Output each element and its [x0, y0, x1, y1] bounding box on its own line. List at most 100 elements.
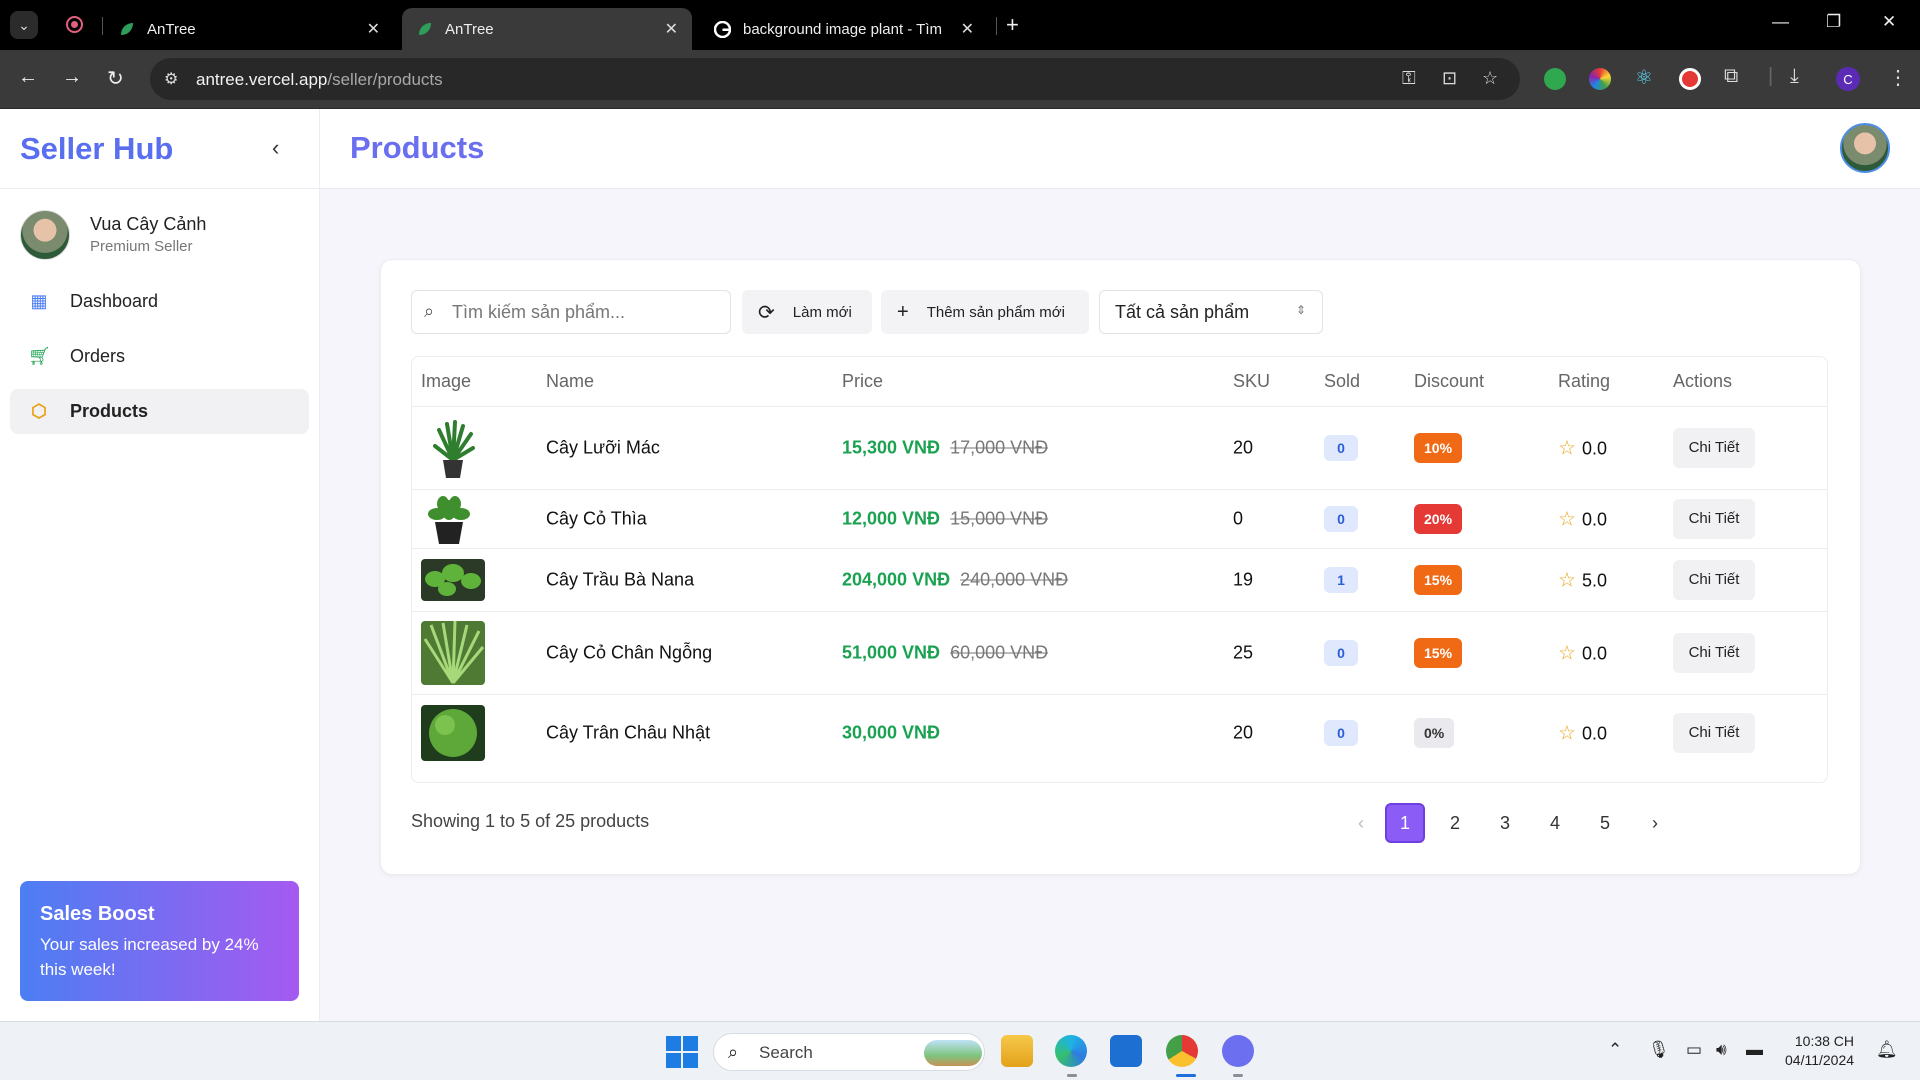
leaf-icon — [118, 21, 135, 38]
microphone-icon[interactable]: 🎙︎ — [1648, 1040, 1670, 1060]
next-page-icon[interactable]: › — [1635, 803, 1675, 843]
new-tab-icon[interactable]: + — [1006, 12, 1019, 38]
translate-icon[interactable]: ⊡ — [1442, 68, 1457, 89]
rating-value: 5.0 — [1581, 570, 1607, 591]
refresh-button[interactable]: ⟳ Làm mới — [742, 290, 872, 334]
search-icon: ⌕ — [424, 301, 435, 321]
add-product-button[interactable]: + Thêm sản phẩm mới — [881, 290, 1089, 334]
edge-icon[interactable] — [1055, 1035, 1087, 1067]
react-devtools-icon[interactable]: ⚛ — [1635, 65, 1653, 90]
tab-search-dropdown[interactable]: ⌄ — [10, 11, 38, 39]
back-icon[interactable]: ← — [18, 66, 38, 89]
extension-m-icon[interactable] — [1544, 68, 1566, 90]
app-running-indicator — [1067, 1074, 1077, 1077]
profile-avatar[interactable]: C — [1836, 67, 1860, 91]
tab-google-search[interactable]: background image plant - Tìm ✕ — [700, 8, 988, 50]
more-menu-icon[interactable]: ⋮ — [1888, 65, 1908, 90]
sidebar-item-products[interactable]: ⬡ Products — [10, 389, 309, 434]
windows-start-icon[interactable] — [666, 1036, 698, 1068]
discord-icon[interactable] — [1222, 1035, 1254, 1067]
minimize-icon[interactable]: — — [1772, 12, 1789, 32]
site-settings-icon[interactable]: ⚙ — [164, 69, 178, 89]
extensions-puzzle-icon[interactable]: ⧉ — [1724, 65, 1738, 88]
close-icon[interactable]: ✕ — [961, 19, 974, 39]
sidebar-item-dashboard[interactable]: ▦ Dashboard — [10, 279, 309, 324]
rating: ☆ 0.0 — [1558, 507, 1607, 532]
address-bar[interactable]: ⚙ antree.vercel.app/seller/products ⚿ ⊡ … — [150, 58, 1520, 100]
forward-icon[interactable]: → — [62, 66, 82, 89]
brand-title[interactable]: Seller Hub — [20, 131, 173, 167]
chrome-icon[interactable] — [1166, 1035, 1198, 1067]
extension-color-icon[interactable] — [1589, 68, 1611, 90]
recording-icon[interactable] — [66, 16, 83, 33]
sidebar-item-orders[interactable]: 🛒︎ Orders — [10, 334, 309, 379]
bookmark-star-icon[interactable]: ☆ — [1482, 68, 1498, 89]
restore-icon[interactable]: ❐ — [1826, 12, 1841, 32]
table-row: Cây Cỏ Chân Ngỗng 51,000 VNĐ 60,000 VNĐ 2… — [412, 612, 1827, 695]
system-clock[interactable]: 10:38 CH 04/11/2024 — [1785, 1032, 1854, 1070]
detail-button[interactable]: Chi Tiết — [1673, 428, 1755, 468]
avatar — [20, 210, 70, 260]
detail-button[interactable]: Chi Tiết — [1673, 633, 1755, 673]
star-icon: ☆ — [1558, 569, 1576, 592]
volume-icon[interactable]: 🔊︎ — [1716, 1040, 1727, 1060]
chevron-updown-icon: ⇕ — [1295, 303, 1306, 317]
toolbar-divider: | — [1768, 65, 1774, 87]
dashboard-icon: ▦ — [30, 291, 48, 311]
product-filter-select[interactable]: Tất cả sản phẩm ⇕ — [1099, 290, 1323, 334]
page-button-3[interactable]: 3 — [1485, 803, 1525, 843]
star-icon: ☆ — [1558, 508, 1576, 531]
search-box: ⌕ — [411, 290, 731, 334]
star-icon: ☆ — [1558, 642, 1576, 665]
detail-button[interactable]: Chi Tiết — [1673, 560, 1755, 600]
windows-taskbar: ⌕ Search ⌃ 🎙︎ ▭ 🔊︎ ▬ 10:38 CH 04/11/2024… — [0, 1021, 1920, 1080]
original-price: 60,000 VNĐ — [950, 642, 1049, 663]
tab-antree-1[interactable]: AnTree ✕ — [104, 8, 394, 50]
sold-badge: 0 — [1324, 719, 1358, 746]
sidebar-item-label: Orders — [70, 346, 126, 366]
collapse-sidebar-icon[interactable]: ‹ — [272, 135, 279, 161]
page-button-4[interactable]: 4 — [1535, 803, 1575, 843]
extension-code-icon[interactable] — [1679, 68, 1701, 90]
chevron-up-icon[interactable]: ⌃ — [1608, 1040, 1622, 1060]
header-avatar[interactable] — [1840, 123, 1890, 173]
current-price: 51,000 VNĐ — [842, 642, 941, 663]
page-button-1[interactable]: 1 — [1385, 803, 1425, 843]
search-input[interactable] — [452, 297, 722, 327]
column-header-discount: Discount — [1414, 371, 1485, 391]
sidebar-item-label: Products — [70, 401, 149, 421]
rating-value: 0.0 — [1581, 643, 1607, 664]
refresh-label: Làm mới — [792, 303, 852, 321]
close-icon[interactable]: ✕ — [367, 19, 380, 39]
file-explorer-icon[interactable] — [1001, 1035, 1033, 1067]
tab-title: background image plant - Tìm — [743, 20, 942, 38]
product-sku: 20 — [1233, 437, 1254, 458]
tab-antree-2[interactable]: AnTree ✕ — [402, 8, 692, 50]
close-icon[interactable]: ✕ — [665, 19, 678, 39]
battery-icon[interactable]: ▬ — [1746, 1040, 1763, 1060]
user-name: Vua Cây Cảnh — [90, 214, 207, 234]
close-window-icon[interactable]: ✕ — [1882, 12, 1896, 32]
prev-page-icon[interactable]: ‹ — [1341, 803, 1381, 843]
discount-badge: 10% — [1414, 433, 1463, 463]
current-price: 30,000 VNĐ — [842, 722, 941, 742]
page-button-5[interactable]: 5 — [1585, 803, 1625, 843]
reload-icon[interactable]: ↻ — [107, 66, 124, 91]
sold-badge: 0 — [1324, 435, 1358, 461]
store-icon[interactable] — [1110, 1035, 1142, 1067]
product-sku: 19 — [1233, 569, 1254, 590]
notification-bell-icon[interactable]: 🔔︎ — [1876, 1040, 1898, 1060]
password-key-icon[interactable]: ⚿ — [1402, 68, 1416, 89]
detail-button[interactable]: Chi Tiết — [1673, 712, 1755, 753]
tab-title: AnTree — [147, 20, 196, 38]
page-button-2[interactable]: 2 — [1435, 803, 1475, 843]
app-running-indicator — [1233, 1074, 1243, 1077]
tab-separator — [996, 17, 997, 35]
product-image — [421, 492, 477, 546]
current-price: 12,000 VNĐ — [842, 508, 941, 529]
network-icon[interactable]: ▭ — [1686, 1040, 1702, 1060]
sidebar-item-label: Dashboard — [70, 291, 159, 311]
detail-button[interactable]: Chi Tiết — [1673, 499, 1755, 539]
taskbar-search[interactable]: ⌕ Search — [713, 1033, 985, 1071]
download-icon[interactable]: ⤓ — [1790, 65, 1799, 88]
